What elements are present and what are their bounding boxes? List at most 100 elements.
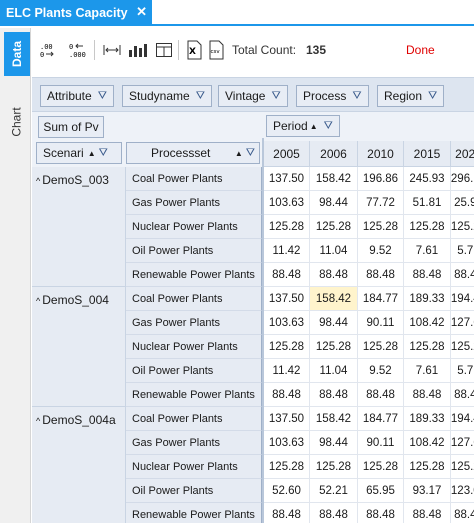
filter-icon[interactable]: ⛛ xyxy=(324,120,333,133)
value-cell[interactable]: 125.28 xyxy=(451,215,474,239)
value-cell[interactable]: 125.28 xyxy=(404,335,451,359)
value-cell[interactable]: 189.33 xyxy=(404,407,451,431)
value-cell[interactable]: 9.52 xyxy=(358,359,404,383)
collapse-icon[interactable]: ^ xyxy=(36,176,40,186)
value-cell[interactable]: 88.48 xyxy=(358,383,404,407)
value-cell[interactable]: 137.50 xyxy=(264,287,310,311)
filter-icon[interactable]: ⛛ xyxy=(98,90,107,103)
filter-field-region[interactable]: Region ⛛ xyxy=(377,85,445,107)
value-cell[interactable]: 93.17 xyxy=(404,479,451,503)
value-cell[interactable]: 108.42 xyxy=(404,311,451,335)
value-cell[interactable]: 125.28 xyxy=(451,335,474,359)
column-field-period[interactable]: Period ▲ ⛛ xyxy=(266,115,340,137)
value-cell[interactable]: 98.44 xyxy=(310,311,358,335)
value-cell[interactable]: 189.33 xyxy=(404,287,451,311)
value-cell[interactable]: 88.48 xyxy=(310,263,358,287)
filter-field-process[interactable]: Process ⛛ xyxy=(296,85,369,107)
value-cell[interactable]: 88.48 xyxy=(310,383,358,407)
processset-cell[interactable]: Oil Power Plants xyxy=(126,359,262,383)
processset-cell[interactable]: Coal Power Plants xyxy=(126,407,262,431)
value-cell[interactable]: 88.48 xyxy=(310,503,358,523)
scenario-cell[interactable]: ^ DemoS_004a xyxy=(32,407,126,523)
value-cell[interactable]: 127.66 xyxy=(451,431,474,455)
processset-cell[interactable]: Coal Power Plants xyxy=(126,287,262,311)
tab-chart[interactable]: Chart xyxy=(4,100,30,144)
value-cell[interactable]: 88.48 xyxy=(404,263,451,287)
value-cell[interactable]: 88.48 xyxy=(451,503,474,523)
column-fit-icon[interactable] xyxy=(100,39,124,61)
value-cell[interactable]: 88.48 xyxy=(404,383,451,407)
filter-field-vintage[interactable]: Vintage ⛛ xyxy=(218,85,288,107)
filter-icon[interactable]: ⛛ xyxy=(271,90,280,103)
value-cell[interactable]: 11.42 xyxy=(264,239,310,263)
value-cell[interactable]: 103.63 xyxy=(264,311,310,335)
bar-chart-icon[interactable] xyxy=(126,39,150,61)
filter-icon[interactable]: ⛛ xyxy=(352,90,361,103)
row-field-processset[interactable]: Processset ▲ ⛛ xyxy=(126,142,260,164)
value-cell[interactable]: 125.28 xyxy=(358,215,404,239)
value-cell[interactable]: 194.43 xyxy=(451,407,474,431)
value-cell[interactable]: 125.28 xyxy=(404,215,451,239)
processset-cell[interactable]: Gas Power Plants xyxy=(126,191,262,215)
value-cell[interactable]: 137.50 xyxy=(264,407,310,431)
value-cell[interactable]: 98.44 xyxy=(310,431,358,455)
value-cell[interactable]: 7.61 xyxy=(404,359,451,383)
value-cell[interactable]: 52.60 xyxy=(264,479,310,503)
value-cell[interactable]: 125.28 xyxy=(310,335,358,359)
value-cell[interactable]: 125.28 xyxy=(310,455,358,479)
value-cell[interactable]: 5.71 xyxy=(451,359,474,383)
value-cell[interactable]: 25.91 xyxy=(451,191,474,215)
data-field-sum-of-pv[interactable]: Sum of Pv xyxy=(38,116,104,138)
value-cell[interactable]: 158.42 xyxy=(310,167,358,191)
value-cell[interactable]: 77.72 xyxy=(358,191,404,215)
value-cell[interactable]: 11.42 xyxy=(264,359,310,383)
value-cell[interactable]: 98.44 xyxy=(310,191,358,215)
processset-cell[interactable]: Gas Power Plants xyxy=(126,431,262,455)
period-header[interactable]: 2005 xyxy=(264,141,310,167)
value-cell[interactable]: 137.50 xyxy=(264,167,310,191)
value-cell[interactable]: 88.48 xyxy=(264,503,310,523)
period-header[interactable]: 2015 xyxy=(404,141,451,167)
close-icon[interactable]: ✕ xyxy=(136,4,147,20)
value-cell[interactable]: 11.04 xyxy=(310,359,358,383)
export-csv-icon[interactable]: csv xyxy=(204,39,228,61)
processset-cell[interactable]: Oil Power Plants xyxy=(126,479,262,503)
filter-field-studyname[interactable]: Studyname ⛛ xyxy=(122,85,212,107)
value-cell[interactable]: 88.48 xyxy=(404,503,451,523)
processset-cell[interactable]: Renewable Power Plants xyxy=(126,503,262,523)
filter-field-attribute[interactable]: Attribute ⛛ xyxy=(40,85,114,107)
value-cell[interactable]: 88.48 xyxy=(451,383,474,407)
value-cell[interactable]: 88.48 xyxy=(451,263,474,287)
value-cell[interactable]: 296.18 xyxy=(451,167,474,191)
filter-icon[interactable]: ⛛ xyxy=(246,147,255,160)
value-cell[interactable]: 125.28 xyxy=(358,335,404,359)
value-cell[interactable]: 158.42 xyxy=(310,407,358,431)
period-header[interactable]: 2006 xyxy=(310,141,358,167)
row-field-scenario[interactable]: Scenari ▲ ⛛ xyxy=(36,142,122,164)
collapse-icon[interactable]: ^ xyxy=(36,416,40,426)
value-cell[interactable]: 65.95 xyxy=(358,479,404,503)
processset-cell[interactable]: Renewable Power Plants xyxy=(126,383,262,407)
filter-icon[interactable]: ⛛ xyxy=(99,147,108,160)
period-header[interactable]: 2010 xyxy=(358,141,404,167)
processset-cell[interactable]: Renewable Power Plants xyxy=(126,263,262,287)
scenario-cell[interactable]: ^ DemoS_003 xyxy=(32,167,126,287)
value-cell[interactable]: 51.81 xyxy=(404,191,451,215)
value-cell[interactable]: 184.77 xyxy=(358,407,404,431)
table-view-icon[interactable] xyxy=(152,39,176,61)
value-cell[interactable]: 125.28 xyxy=(310,215,358,239)
value-cell[interactable]: 90.11 xyxy=(358,431,404,455)
value-cell[interactable]: 108.42 xyxy=(404,431,451,455)
scenario-cell[interactable]: ^ DemoS_004 xyxy=(32,287,126,407)
value-cell[interactable]: 9.52 xyxy=(358,239,404,263)
tab-data[interactable]: Data xyxy=(4,32,30,76)
processset-cell[interactable]: Gas Power Plants xyxy=(126,311,262,335)
period-header[interactable]: 2020 xyxy=(451,141,474,167)
value-cell[interactable]: 103.63 xyxy=(264,191,310,215)
decimal-increase-icon[interactable]: .00 0 xyxy=(36,39,60,61)
value-cell[interactable]: 103.63 xyxy=(264,431,310,455)
value-cell[interactable]: 184.77 xyxy=(358,287,404,311)
decimal-decrease-icon[interactable]: 0.000 xyxy=(66,39,90,61)
filter-icon[interactable]: ⛛ xyxy=(196,90,205,103)
value-cell[interactable]: 125.28 xyxy=(358,455,404,479)
